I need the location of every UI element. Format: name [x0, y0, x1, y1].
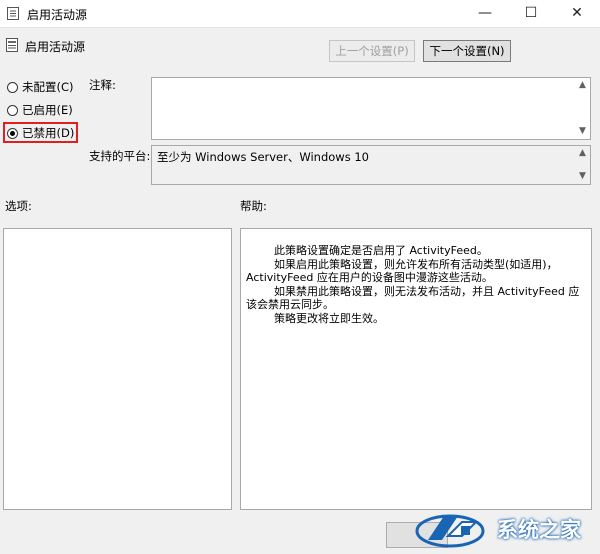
scroll-down-icon[interactable]: ▼ — [575, 124, 590, 139]
radio-enabled[interactable]: 已启用(E) — [7, 101, 73, 119]
comment-scrollbar[interactable]: ▲ ▼ — [575, 78, 590, 139]
options-pane[interactable] — [3, 228, 232, 510]
scroll-up-icon[interactable]: ▲ — [575, 78, 590, 93]
watermark-logo — [415, 514, 485, 548]
title-bar: 启用活动源 — ☐ ✕ — [0, 0, 600, 28]
highlight-box — [3, 122, 78, 143]
close-button[interactable]: ✕ — [554, 0, 600, 27]
help-label: 帮助: — [240, 199, 267, 213]
window-title: 启用活动源 — [27, 8, 88, 22]
radio-label: 未配置(C) — [22, 80, 74, 94]
minimize-button[interactable]: — — [462, 0, 508, 27]
platform-label: 支持的平台: — [89, 149, 151, 163]
radio-circle — [7, 81, 18, 93]
radio-label: 已启用(E) — [22, 103, 73, 117]
watermark-text: 系统之家 — [497, 518, 581, 542]
options-label: 选项: — [5, 199, 32, 213]
maximize-button[interactable]: ☐ — [508, 0, 554, 27]
radio-not-configured[interactable]: 未配置(C) — [7, 78, 74, 96]
policy-document-icon — [7, 7, 19, 20]
comment-textarea[interactable]: ▲ ▼ — [151, 77, 591, 140]
comment-label: 注释: — [89, 78, 116, 92]
maximize-icon: ☐ — [524, 5, 538, 21]
platform-scrollbar[interactable]: ▲ ▼ — [575, 146, 590, 184]
help-text: 此策略设置确定是否启用了 ActivityFeed。 如果启用此策略设置，则允许… — [246, 244, 580, 325]
next-setting-button[interactable]: 下一个设置(N) — [423, 40, 511, 62]
help-pane[interactable]: 此策略设置确定是否启用了 ActivityFeed。 如果启用此策略设置，则允许… — [240, 228, 592, 510]
radio-circle — [7, 104, 18, 116]
scroll-up-icon[interactable]: ▲ — [575, 146, 590, 161]
scroll-down-icon[interactable]: ▼ — [575, 169, 590, 184]
policy-name: 启用活动源 — [25, 40, 86, 54]
platform-field: 至少为 Windows Server、Windows 10 ▲ ▼ — [151, 145, 591, 185]
policy-setting-icon — [6, 38, 18, 52]
close-icon: ✕ — [571, 5, 583, 21]
platform-value: 至少为 Windows Server、Windows 10 — [157, 150, 369, 164]
previous-setting-button[interactable]: 上一个设置(P) — [329, 40, 415, 62]
minimize-icon: — — [478, 5, 492, 21]
